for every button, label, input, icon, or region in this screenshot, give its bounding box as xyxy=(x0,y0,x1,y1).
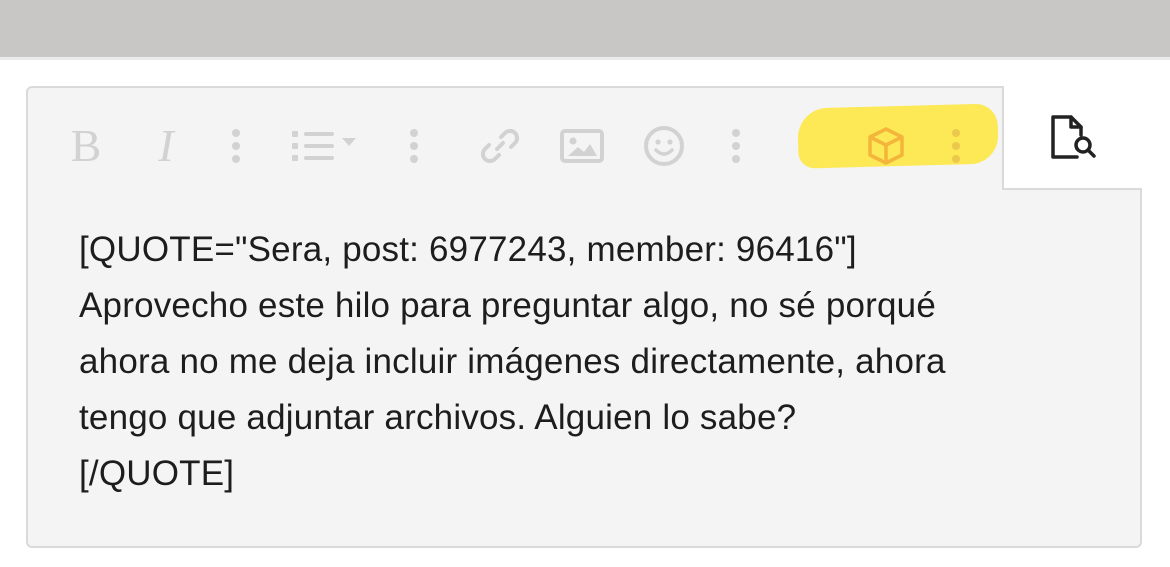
editor-content[interactable]: [QUOTE="Sera, post: 6977243, member: 964… xyxy=(79,222,1119,502)
editor-toolbar: B I xyxy=(28,88,1004,190)
more-options-button[interactable] xyxy=(944,122,968,170)
link-icon xyxy=(480,128,520,164)
insert-image-button[interactable] xyxy=(558,122,606,170)
smile-icon xyxy=(644,126,684,166)
editor-line: [/QUOTE] xyxy=(79,454,235,493)
vertical-ellipsis-icon xyxy=(952,129,960,163)
editor-line: ahora no me deja incluir imágenes direct… xyxy=(79,342,946,381)
more-paragraph-options-button[interactable] xyxy=(402,122,426,170)
rich-text-editor: B I [QUOTE="Sera, post: 6977243, member:… xyxy=(26,86,1142,548)
file-search-icon xyxy=(1051,115,1096,159)
italic-button[interactable]: I xyxy=(144,122,188,170)
insert-link-button[interactable] xyxy=(476,122,524,170)
image-icon xyxy=(560,129,604,163)
bold-icon: B xyxy=(70,120,102,171)
italic-icon: I xyxy=(158,120,174,171)
list-dropdown-icon xyxy=(292,131,356,161)
editor-line: tengo que adjuntar archivos. Alguien lo … xyxy=(79,398,797,437)
vertical-ellipsis-icon xyxy=(232,129,240,163)
top-bar xyxy=(0,0,1170,57)
editor-line: [QUOTE="Sera, post: 6977243, member: 964… xyxy=(79,230,857,269)
top-bar-divider xyxy=(0,57,1170,60)
cube-icon xyxy=(868,127,904,165)
list-dropdown-button[interactable] xyxy=(288,122,364,170)
bold-button[interactable]: B xyxy=(64,122,108,170)
editor-line: Aprovecho este hilo para preguntar algo,… xyxy=(79,286,937,325)
media-button[interactable] xyxy=(862,122,910,170)
more-insert-options-button[interactable] xyxy=(724,122,748,170)
vertical-ellipsis-icon xyxy=(732,129,740,163)
preview-button[interactable] xyxy=(1002,86,1142,190)
more-text-options-button[interactable] xyxy=(224,122,248,170)
smilies-button[interactable] xyxy=(640,122,688,170)
vertical-ellipsis-icon xyxy=(410,129,418,163)
